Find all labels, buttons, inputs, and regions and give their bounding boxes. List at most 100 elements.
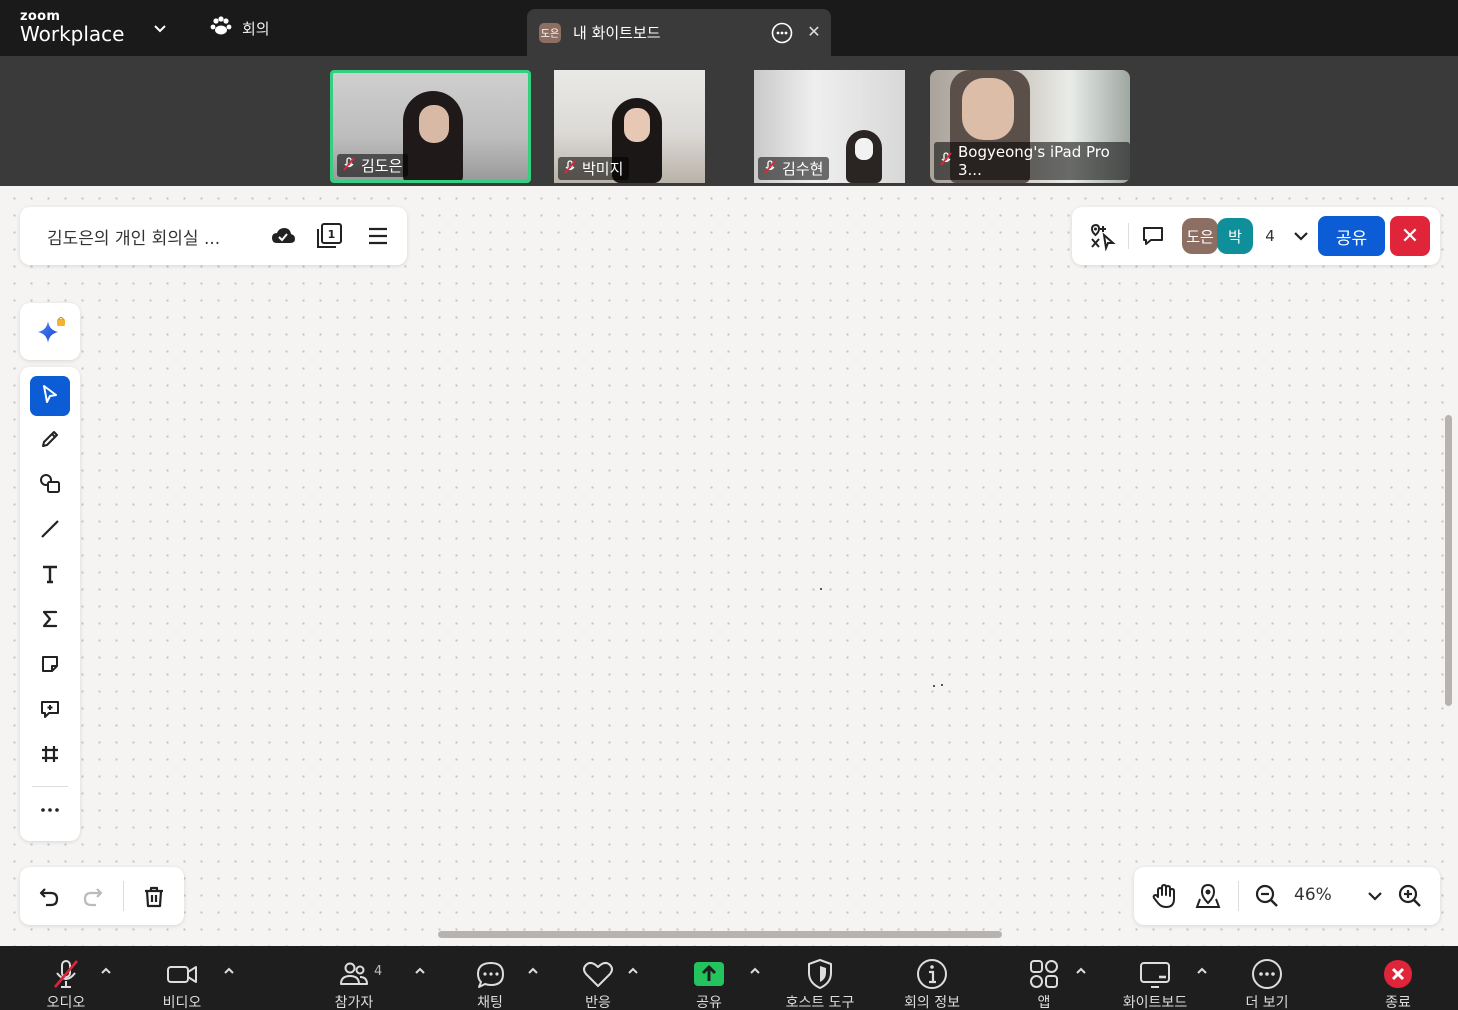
- collaborator-count[interactable]: 4: [1254, 218, 1286, 254]
- redo-icon[interactable]: [80, 884, 106, 910]
- caret-up-icon[interactable]: [748, 964, 762, 978]
- whiteboard-canvas[interactable]: [0, 186, 1458, 946]
- meeting-info-label: 회의 정보: [904, 995, 960, 1010]
- ai-sparkle-icon[interactable]: [34, 317, 66, 349]
- zoom-card: 46%: [1134, 867, 1440, 925]
- follow-users-icon[interactable]: [1088, 221, 1118, 251]
- share-button[interactable]: 공유: [1318, 216, 1385, 256]
- whiteboard-tab[interactable]: 도은 내 화이트보드 ✕: [527, 9, 831, 56]
- caret-up-icon[interactable]: [413, 964, 427, 978]
- info-icon: [912, 956, 952, 992]
- mic-muted-icon: [341, 156, 357, 176]
- end-meeting-button[interactable]: 종료: [1372, 956, 1424, 1010]
- participant-tile[interactable]: 김수현: [754, 70, 905, 183]
- meeting-tab[interactable]: 회의: [210, 16, 270, 40]
- participant-name-tag: Bogyeong's iPad Pro 3...: [934, 142, 1130, 180]
- sticky-note-icon: [39, 653, 61, 679]
- zoom-out-icon[interactable]: [1254, 883, 1280, 909]
- share-screen-icon: [689, 956, 729, 992]
- shapes-tool[interactable]: [30, 466, 70, 506]
- collaborator-avatar[interactable]: 도은: [1182, 218, 1218, 254]
- participant-name-tag: 김도은: [337, 154, 409, 177]
- location-pin-icon[interactable]: [1194, 882, 1222, 910]
- comments-icon[interactable]: [1140, 223, 1166, 249]
- close-tab-icon[interactable]: ✕: [804, 22, 824, 42]
- more-button[interactable]: 더 보기: [1236, 956, 1298, 1010]
- paw-icon: [210, 16, 232, 40]
- pages-icon[interactable]: 1: [314, 221, 344, 251]
- mic-muted-icon: [938, 151, 954, 171]
- share-screen-button[interactable]: 공유: [683, 956, 735, 1010]
- vertical-scrollbar[interactable]: [1445, 415, 1452, 706]
- select-tool[interactable]: [30, 376, 70, 416]
- undo-icon[interactable]: [36, 884, 62, 910]
- participants-count: 4: [374, 964, 383, 979]
- comment-tool[interactable]: [30, 691, 70, 731]
- participants-label: 참가자: [334, 995, 374, 1010]
- menu-icon[interactable]: [365, 223, 391, 249]
- more-label: 더 보기: [1245, 995, 1289, 1010]
- caret-up-icon[interactable]: [1195, 964, 1209, 978]
- reactions-label: 반응: [585, 995, 611, 1010]
- participant-tile[interactable]: Bogyeong's iPad Pro 3...: [930, 70, 1130, 183]
- audio-button[interactable]: 오디오: [40, 956, 92, 1010]
- caret-up-icon[interactable]: [626, 964, 640, 978]
- divider: [123, 881, 124, 911]
- pen-tool[interactable]: [30, 421, 70, 461]
- host-tools-button[interactable]: 호스트 도구: [780, 956, 860, 1010]
- participant-name: 김도은: [361, 157, 403, 175]
- horizontal-scrollbar[interactable]: [438, 931, 1002, 938]
- caret-up-icon[interactable]: [222, 964, 236, 978]
- more-tools[interactable]: [30, 792, 70, 832]
- apps-button[interactable]: 앱: [1018, 956, 1070, 1010]
- video-camera-icon: [162, 956, 202, 992]
- chevron-down-icon[interactable]: [1364, 885, 1386, 907]
- zoom-level[interactable]: 46%: [1294, 885, 1332, 905]
- pen-icon: [39, 428, 61, 454]
- cloud-saved-icon[interactable]: [270, 223, 296, 249]
- video-gallery: 김도은 박미지 김수현 Bogyeong's iPad Pro 3...: [0, 56, 1458, 186]
- ai-companion-card: [20, 303, 80, 360]
- whiteboard-tab-title: 내 화이트보드: [573, 24, 661, 42]
- zoom-in-icon[interactable]: [1397, 883, 1423, 909]
- text-tool[interactable]: [30, 556, 70, 596]
- line-tool[interactable]: [30, 511, 70, 551]
- math-tool[interactable]: [30, 601, 70, 641]
- heart-icon: [578, 956, 618, 992]
- reactions-button[interactable]: 반응: [572, 956, 624, 1010]
- participant-tile[interactable]: 김도은: [330, 70, 531, 183]
- more-options-icon[interactable]: [770, 21, 794, 45]
- hand-icon[interactable]: [1150, 882, 1178, 910]
- sticky-note-tool[interactable]: [30, 646, 70, 686]
- chat-icon: [470, 956, 510, 992]
- participant-tile[interactable]: 박미지: [554, 70, 705, 183]
- chevron-down-icon[interactable]: [150, 18, 170, 38]
- video-label: 비디오: [162, 995, 202, 1010]
- cursor-icon: [39, 383, 61, 409]
- chevron-down-icon[interactable]: [1290, 225, 1312, 247]
- close-whiteboard-button[interactable]: ✕: [1390, 216, 1430, 256]
- tools-palette: [20, 367, 80, 841]
- divider: [32, 786, 68, 787]
- video-button[interactable]: 비디오: [156, 956, 208, 1010]
- collaborator-avatar[interactable]: 박: [1217, 218, 1253, 254]
- board-title[interactable]: 김도은의 개인 회의실 ...: [47, 224, 247, 249]
- shapes-icon: [38, 472, 62, 500]
- meeting-info-button[interactable]: 회의 정보: [898, 956, 966, 1010]
- caret-up-icon[interactable]: [1074, 964, 1088, 978]
- whiteboard-button[interactable]: 화이트보드: [1114, 956, 1196, 1010]
- brand-big-text: Workplace: [20, 22, 125, 46]
- chat-button[interactable]: 채팅: [464, 956, 516, 1010]
- page-count: 1: [328, 228, 336, 241]
- more-icon: [1247, 956, 1287, 992]
- whiteboard-icon: [1135, 956, 1175, 992]
- frame-icon: [39, 743, 61, 769]
- frame-tool[interactable]: [30, 736, 70, 776]
- trash-icon[interactable]: [141, 884, 167, 910]
- participant-name-tag: 박미지: [558, 157, 630, 180]
- collaboration-card: 도은 박 4 공유 ✕: [1072, 207, 1440, 265]
- caret-up-icon[interactable]: [99, 964, 113, 978]
- caret-up-icon[interactable]: [526, 964, 540, 978]
- divider: [1128, 223, 1129, 249]
- share-label: 공유: [696, 995, 722, 1010]
